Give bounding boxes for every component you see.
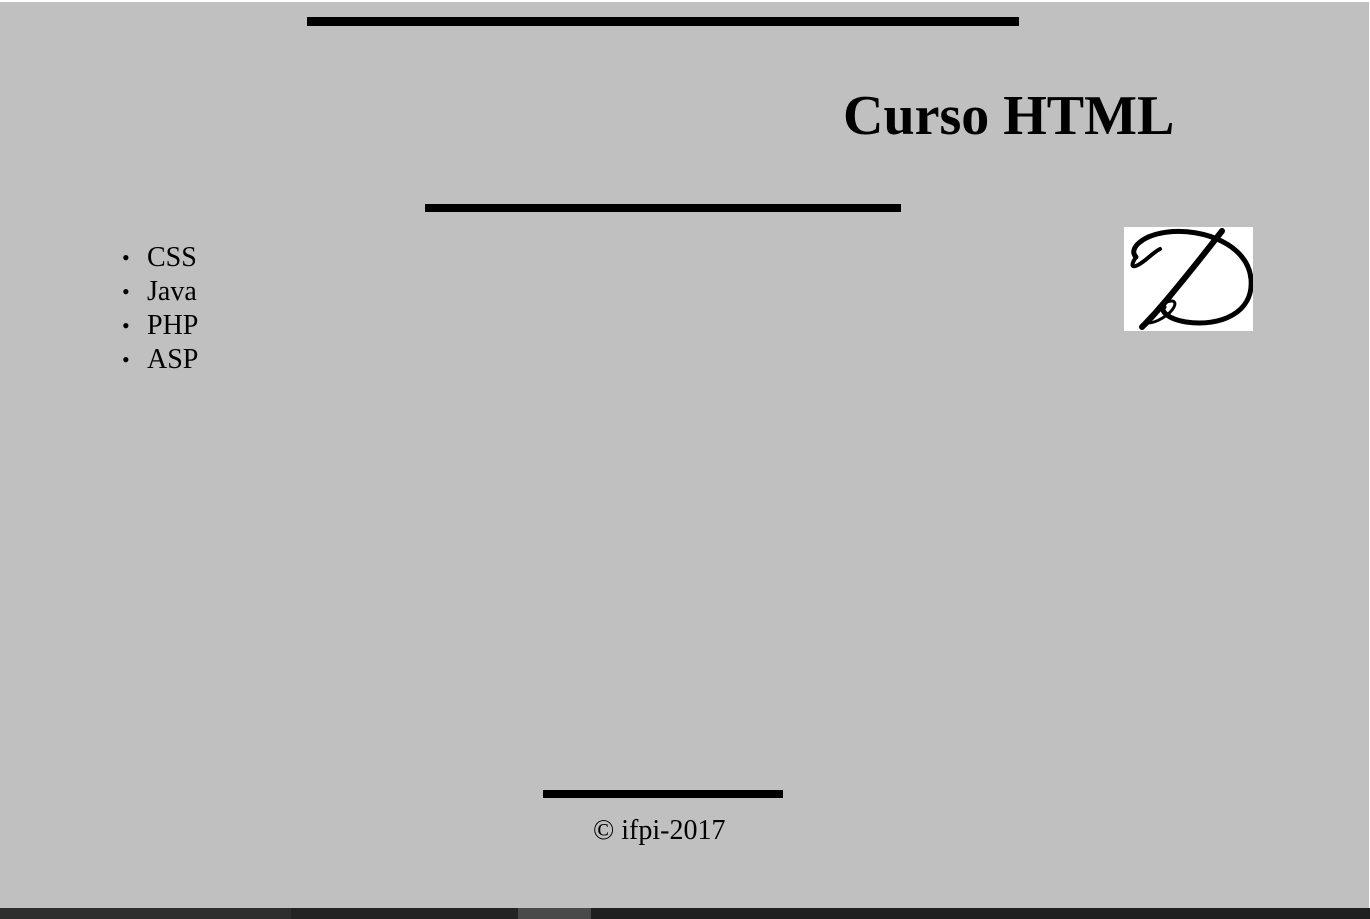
bullet-icon: • <box>122 245 130 270</box>
menu-item-label[interactable]: PHP <box>147 310 198 341</box>
top-horizontal-rule <box>307 17 1019 26</box>
bullet-icon: • <box>122 279 130 304</box>
menu-item-label[interactable]: CSS <box>147 242 197 273</box>
bullet-icon: • <box>122 347 130 372</box>
menu-item-php[interactable]: • PHP <box>122 309 198 343</box>
taskbar-segment-active[interactable] <box>518 908 591 919</box>
footer-horizontal-rule <box>543 790 783 798</box>
script-d-logo-graphic <box>1130 228 1253 330</box>
page-title: Curso HTML <box>843 85 1175 147</box>
header-horizontal-rule <box>425 204 901 212</box>
menu-item-java[interactable]: • Java <box>122 275 198 309</box>
menu-item-label[interactable]: Java <box>147 276 197 307</box>
taskbar-segment <box>291 908 518 919</box>
taskbar-segment <box>0 908 291 919</box>
taskbar-strip <box>0 908 1370 919</box>
page-body: Curso HTML • CSS • Java • PHP • ASP © if… <box>0 2 1369 908</box>
menu-item-asp[interactable]: • ASP <box>122 343 198 377</box>
footer-copyright: © ifpi-2017 <box>593 815 726 846</box>
menu-item-label[interactable]: ASP <box>147 344 198 375</box>
menu-item-css[interactable]: • CSS <box>122 241 198 275</box>
course-menu-list: • CSS • Java • PHP • ASP <box>122 241 198 377</box>
bullet-icon: • <box>122 313 130 338</box>
taskbar-segment <box>591 908 1370 919</box>
script-d-logo-icon <box>1124 227 1253 331</box>
